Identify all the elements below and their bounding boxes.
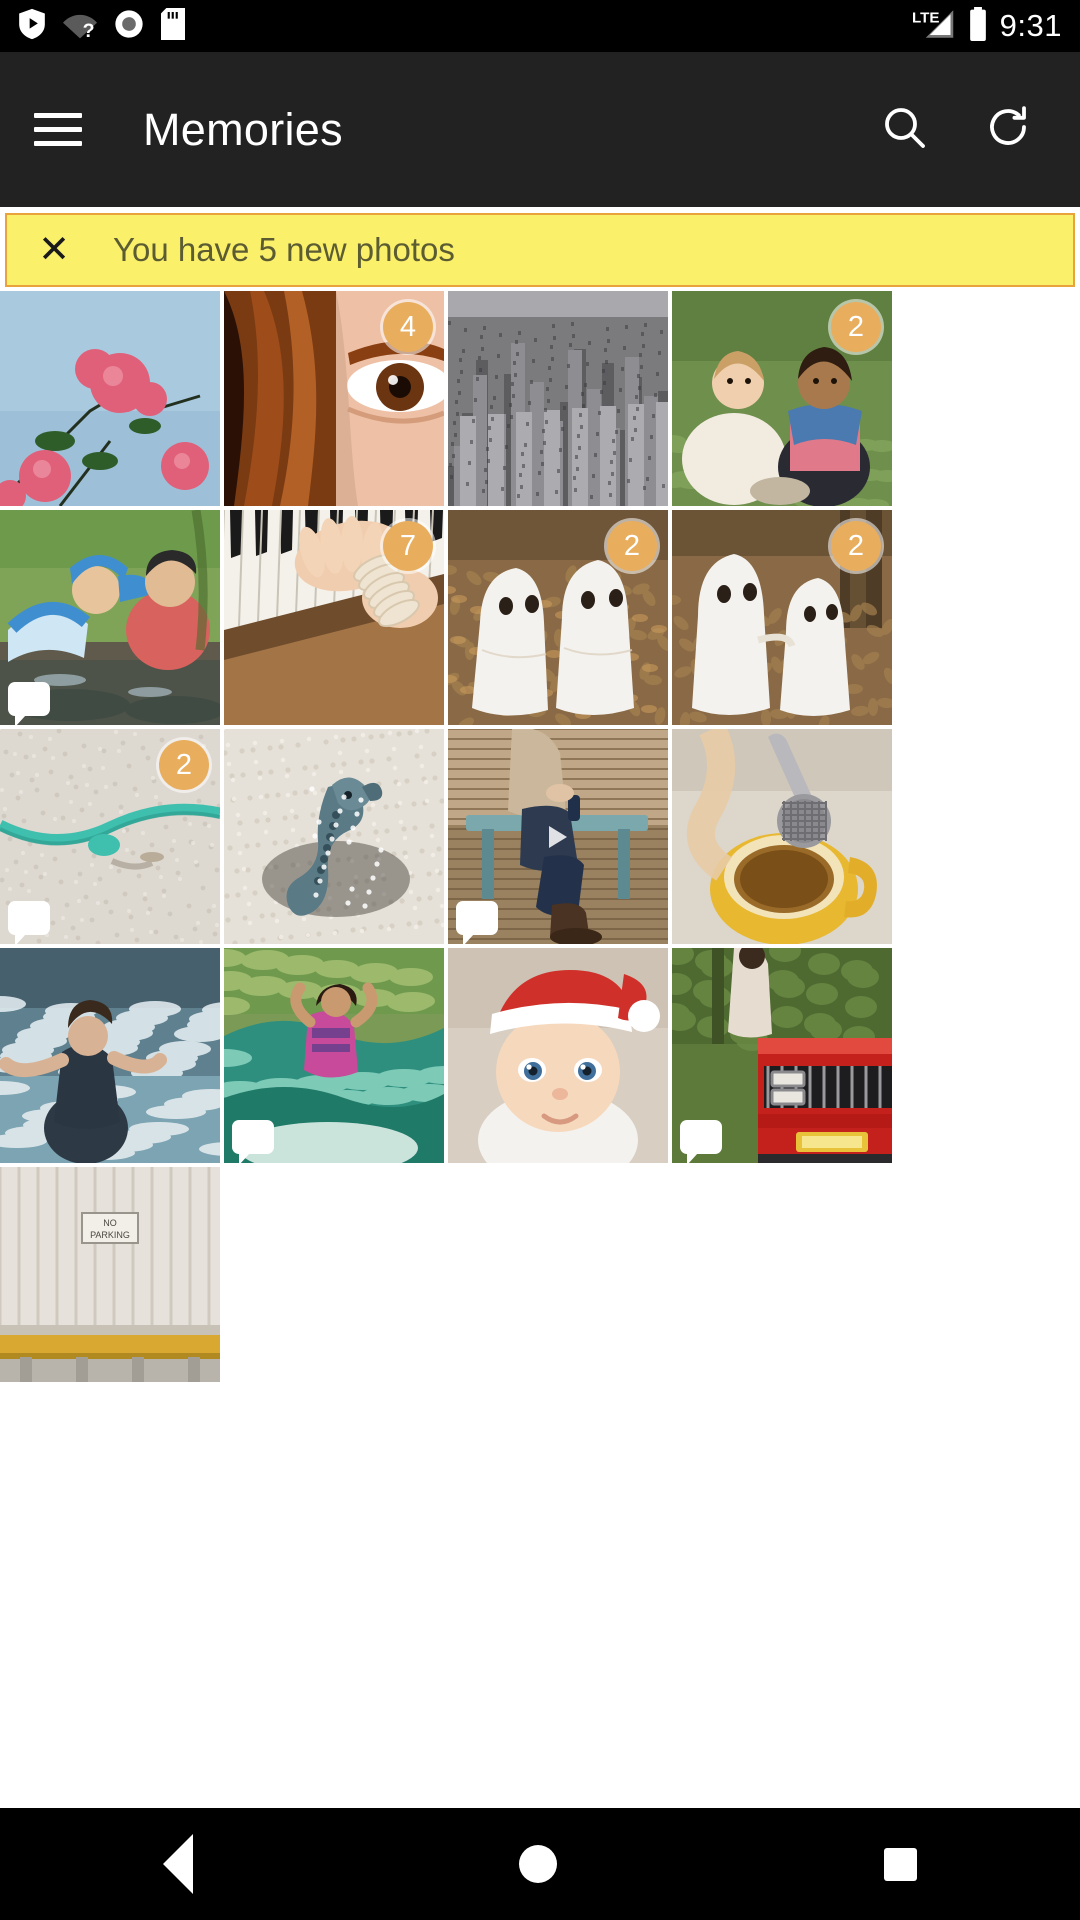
recents-square-icon[interactable]	[883, 1847, 917, 1881]
photo-thumbnail	[224, 729, 444, 944]
photo-thumbnail: NO PARKING	[0, 1167, 220, 1382]
photo-tile-baby-with-santa-hat[interactable]	[448, 948, 668, 1163]
photo-tile-city-skyline-aerial[interactable]	[448, 291, 668, 506]
battery-full-icon	[967, 6, 989, 46]
status-bar-right-icons: LTE 9:31	[912, 6, 1062, 46]
comment-bubble-icon	[8, 901, 50, 944]
close-icon[interactable]: ✕	[37, 231, 71, 269]
photo-tile-surfer-woman-on-wave[interactable]	[224, 948, 444, 1163]
photo-tile-no-parking-sign-wall[interactable]: NO PARKING	[0, 1167, 220, 1382]
svg-text:PARKING: PARKING	[90, 1230, 130, 1240]
photo-count-badge: 2	[831, 521, 881, 571]
photo-thumbnail	[0, 948, 220, 1163]
photo-tile-rope-on-sand[interactable]: 2	[0, 729, 220, 944]
photo-thumbnail	[0, 291, 220, 506]
photo-tile-tea-infuser-yellow-cup[interactable]	[672, 729, 892, 944]
page-title: Memories	[143, 103, 343, 155]
comment-bubble-icon	[680, 1120, 722, 1163]
app-bar: Memories	[0, 52, 1080, 207]
photo-count-badge: 2	[831, 302, 881, 352]
photo-count-badge: 2	[159, 740, 209, 790]
photo-count-badge: 7	[383, 521, 433, 571]
notification-banner-wrapper: ✕ You have 5 new photos	[0, 207, 1080, 291]
photo-tile-hands-on-piano-keys[interactable]: 7	[224, 510, 444, 725]
photo-grid: 4 2 7 2 2 2 NO PARKING	[0, 291, 896, 1382]
app-bar-actions	[880, 103, 1032, 156]
photo-tile-pink-flowers-blue-sky[interactable]	[0, 291, 220, 506]
comment-bubble-icon	[456, 901, 498, 944]
photo-thumbnail	[672, 729, 892, 944]
record-circle-icon	[114, 9, 144, 44]
svg-text:?: ?	[83, 20, 95, 39]
lte-label: LTE	[912, 9, 939, 26]
comment-bubble-icon	[232, 1120, 274, 1163]
svg-text:NO: NO	[103, 1218, 117, 1228]
photo-tile-woman-in-ocean-waves[interactable]	[0, 948, 220, 1163]
photo-tile-person-sitting-on-bench[interactable]	[448, 729, 668, 944]
photo-thumbnail	[448, 948, 668, 1163]
photo-count-badge: 4	[383, 302, 433, 352]
photo-tile-two-girls-picnic-grass[interactable]: 2	[672, 291, 892, 506]
sd-card-icon	[161, 7, 185, 45]
search-icon[interactable]	[880, 103, 928, 156]
wifi-question-icon: ?	[63, 9, 97, 44]
photo-tile-two-ghost-costumes-leaves[interactable]: 2	[448, 510, 668, 725]
refresh-icon[interactable]	[984, 103, 1032, 156]
play-icon	[549, 825, 567, 848]
home-circle-icon[interactable]	[519, 1845, 558, 1883]
content-area: ✕ You have 5 new photos 4 2 7 2 2 2 NO P…	[0, 207, 1080, 1808]
photo-tile-close-up-eye-red-hair[interactable]: 4	[224, 291, 444, 506]
lte-signal-icon: LTE	[912, 7, 956, 46]
status-bar-left-icons: ?	[18, 7, 185, 45]
back-triangle-icon[interactable]	[163, 1834, 194, 1894]
hamburger-menu-icon[interactable]	[34, 113, 82, 146]
photo-thumbnail	[448, 291, 668, 506]
photo-tile-ghost-costumes-by-tree[interactable]: 2	[672, 510, 892, 725]
photo-tile-red-vintage-car-front[interactable]	[672, 948, 892, 1163]
status-bar: ? LTE 9:31	[0, 0, 1080, 52]
photo-tile-two-boys-by-pond[interactable]	[0, 510, 220, 725]
banner-message: You have 5 new photos	[113, 231, 455, 268]
photo-count-badge: 2	[607, 521, 657, 571]
play-protect-shield-icon	[18, 8, 46, 45]
new-photos-banner[interactable]: ✕ You have 5 new photos	[5, 213, 1075, 287]
navigation-bar	[0, 1808, 1080, 1920]
photo-tile-seahorse-on-sand[interactable]	[224, 729, 444, 944]
comment-bubble-icon	[8, 682, 50, 725]
status-bar-clock: 9:31	[999, 8, 1062, 43]
